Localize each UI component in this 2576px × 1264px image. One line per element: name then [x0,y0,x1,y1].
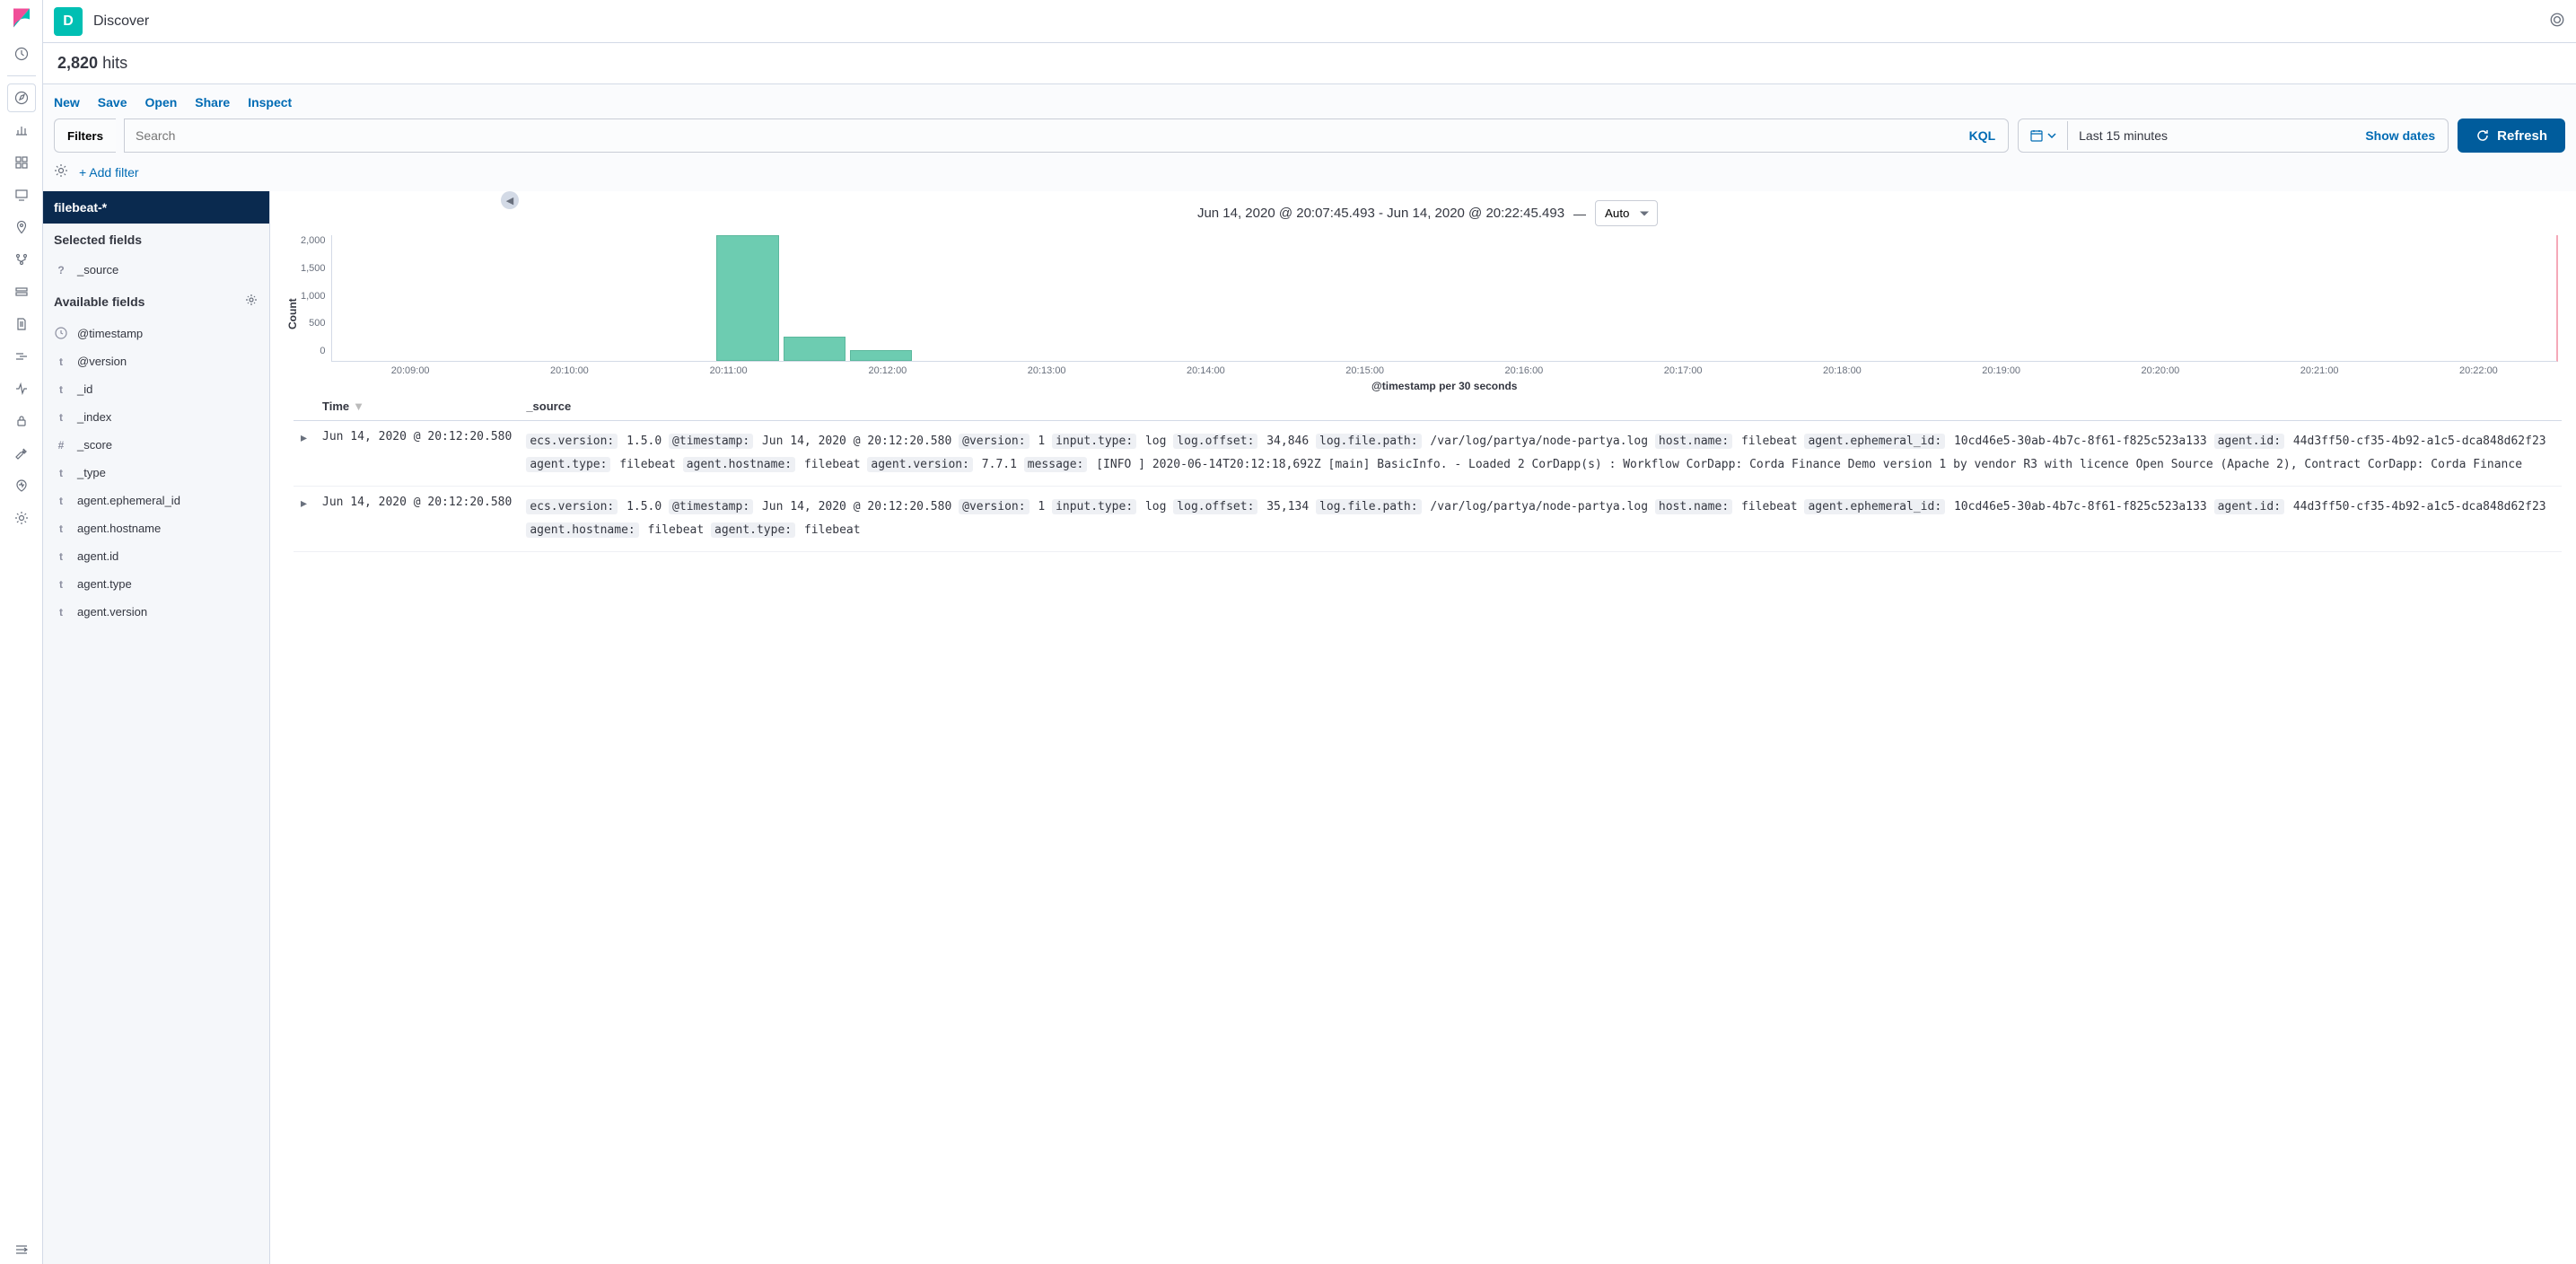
date-picker[interactable]: Last 15 minutes Show dates [2018,118,2449,153]
field-item[interactable]: @timestamp [43,319,269,347]
sort-icon[interactable]: ▼ [353,399,364,413]
table-row: ▸Jun 14, 2020 @ 20:12:20.580ecs.version:… [294,487,2562,552]
field-name: @version [77,355,127,368]
date-range-text: Last 15 minutes [2068,121,2353,150]
menu-open[interactable]: Open [145,95,178,110]
filters-button[interactable]: Filters [54,118,116,153]
histogram-header: Jun 14, 2020 @ 20:07:45.493 - Jun 14, 20… [279,191,2576,235]
row-time: Jun 14, 2020 @ 20:12:20.580 [315,421,519,487]
menu-new[interactable]: New [54,95,80,110]
doc-table: Time▼ _source ▸Jun 14, 2020 @ 20:12:20.5… [279,392,2576,1264]
nav-siem-icon[interactable] [7,407,36,435]
menu-share[interactable]: Share [195,95,230,110]
field-item[interactable]: t_id [43,375,269,403]
top-header: D Discover [43,0,2576,43]
column-time[interactable]: Time▼ [315,392,519,421]
nav-uptime-icon[interactable] [7,374,36,403]
nav-visualize-icon[interactable] [7,116,36,145]
nav-recent-icon[interactable] [7,40,36,68]
histogram-dash: — [1573,206,1586,221]
field-item[interactable]: tagent.hostname [43,514,269,542]
nav-rail [0,0,43,1264]
row-source: ecs.version: 1.5.0 @timestamp: Jun 14, 2… [519,421,2562,487]
field-name: _id [77,382,92,396]
hits-bar: 2,820 hits [43,43,2576,84]
kibana-logo[interactable] [11,7,32,29]
field-item[interactable]: tagent.ephemeral_id [43,487,269,514]
field-name: agent.ephemeral_id [77,494,180,507]
search-wrap: KQL [124,118,2009,153]
newsfeed-icon[interactable] [2549,12,2565,31]
histogram-bar[interactable] [716,235,778,361]
field-name: agent.hostname [77,522,161,535]
fields-sidebar: filebeat-* Selected fields ?_source Avai… [43,191,270,1264]
calendar-icon[interactable] [2019,121,2068,150]
sidebar-collapse-icon[interactable]: ◀ [501,191,519,209]
fields-settings-icon[interactable] [244,293,258,310]
field-item[interactable]: t@version [43,347,269,375]
top-menu: New Save Open Share Inspect [54,92,2565,118]
field-item[interactable]: tagent.type [43,570,269,598]
y-axis-label: Count [285,235,301,392]
histogram-bar[interactable] [850,350,912,361]
field-name: agent.type [77,577,132,591]
nav-ml-icon[interactable] [7,245,36,274]
field-item[interactable]: ?_source [43,256,269,284]
hits-count: 2,820 [57,54,98,72]
histogram-range: Jun 14, 2020 @ 20:07:45.493 - Jun 14, 20… [1197,206,1564,221]
query-bar: Filters KQL Last 15 minutes Show dates [54,118,2565,160]
field-name: _type [77,466,106,479]
field-name: _source [77,263,118,276]
expand-row-icon[interactable]: ▸ [294,421,315,487]
column-source[interactable]: _source [519,392,2562,421]
chart-plot-area[interactable] [331,235,2558,362]
field-item[interactable]: t_index [43,403,269,431]
nav-collapse-icon[interactable] [7,1235,36,1264]
nav-devtools-icon[interactable] [7,439,36,468]
refresh-button[interactable]: Refresh [2458,118,2565,153]
filter-settings-icon[interactable] [54,163,68,180]
field-name: @timestamp [77,327,143,340]
menu-save[interactable]: Save [98,95,127,110]
table-row: ▸Jun 14, 2020 @ 20:12:20.580ecs.version:… [294,421,2562,487]
interval-select[interactable]: Auto [1595,200,1658,226]
field-item[interactable]: tagent.version [43,598,269,626]
show-dates-link[interactable]: Show dates [2353,128,2448,143]
x-axis-label: @timestamp per 30 seconds [331,376,2558,392]
add-filter-link[interactable]: + Add filter [79,165,139,180]
selected-fields-title: Selected fields [43,224,269,256]
histogram-bar[interactable] [784,337,846,361]
nav-maps-icon[interactable] [7,213,36,241]
app-badge: D [54,7,83,36]
field-name: _index [77,410,111,424]
row-time: Jun 14, 2020 @ 20:12:20.580 [315,487,519,552]
menu-inspect[interactable]: Inspect [248,95,292,110]
index-pattern-select[interactable]: filebeat-* [43,191,269,224]
expand-row-icon[interactable]: ▸ [294,487,315,552]
nav-logs-icon[interactable] [7,310,36,338]
nav-monitoring-icon[interactable] [7,471,36,500]
field-item[interactable]: t_type [43,459,269,487]
field-name: agent.version [77,605,147,619]
filter-bar: + Add filter [54,160,2565,191]
row-source: ecs.version: 1.5.0 @timestamp: Jun 14, 2… [519,487,2562,552]
field-name: agent.id [77,549,118,563]
field-item[interactable]: tagent.id [43,542,269,570]
refresh-label: Refresh [2497,128,2547,144]
nav-discover-icon[interactable] [7,83,36,112]
available-fields-title: Available fields [43,284,269,319]
kql-toggle[interactable]: KQL [1957,128,2009,143]
histogram-chart: Count 2,0001,5001,0005000 20:09:0020:10:… [279,235,2576,392]
nav-apm-icon[interactable] [7,342,36,371]
nav-metrics-icon[interactable] [7,277,36,306]
breadcrumb[interactable]: Discover [93,13,149,30]
nav-canvas-icon[interactable] [7,180,36,209]
field-item[interactable]: #_score [43,431,269,459]
nav-management-icon[interactable] [7,504,36,532]
nav-dashboard-icon[interactable] [7,148,36,177]
search-input[interactable] [125,119,1957,152]
hits-label: hits [102,54,127,72]
field-name: _score [77,438,112,452]
